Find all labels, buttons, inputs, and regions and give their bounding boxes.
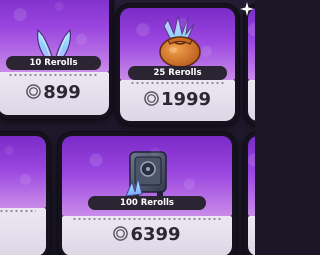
price-value: 1999 — [160, 89, 212, 110]
price-value: 6399 — [130, 224, 181, 245]
coin-icon — [113, 226, 129, 241]
sparkle-icon — [240, 2, 254, 16]
shop-card-25-rerolls[interactable]: 25 Rerolls 1999 — [116, 4, 239, 125]
coin-icon — [26, 84, 42, 99]
shop-card-10-rerolls[interactable]: 10 Rerolls 899 — [0, 0, 113, 119]
price-panel — [0, 208, 46, 255]
item-label: 100 Rerolls — [88, 196, 206, 210]
item-price: 899 — [0, 83, 109, 103]
item-price: 1999 — [120, 90, 235, 110]
shop-card-partial-bottom-right[interactable] — [244, 132, 255, 255]
price-panel: 6399 — [62, 216, 232, 255]
card-art-panel: 25 Rerolls — [120, 8, 235, 80]
card-art-panel: 10 Rerolls — [0, 0, 109, 72]
dotted-divider — [8, 74, 99, 76]
price-panel — [248, 216, 255, 255]
card-art-panel — [248, 8, 255, 80]
price-panel: 1999 — [120, 80, 235, 121]
shop-card-partial-left[interactable] — [0, 132, 50, 255]
item-label: 25 Rerolls — [128, 66, 227, 80]
card-art-panel — [248, 136, 255, 216]
coin-icon — [144, 91, 159, 106]
card-art-panel: 100 Rerolls — [62, 136, 232, 216]
card-art-panel — [0, 136, 46, 208]
dotted-divider — [130, 82, 225, 84]
item-price: 6399 — [62, 225, 232, 245]
crystal-wings-icon — [37, 28, 71, 67]
item-label: 10 Rerolls — [6, 56, 101, 70]
crystal-safe-icon — [125, 151, 167, 197]
price-value: 899 — [43, 82, 81, 103]
dotted-divider — [0, 210, 36, 212]
price-panel: 899 — [0, 72, 109, 115]
shop-card-100-rerolls[interactable]: 100 Rerolls 6399 — [58, 132, 236, 255]
crystal-sack-icon — [159, 15, 201, 68]
price-panel — [248, 80, 255, 121]
shop-card-partial-right[interactable] — [244, 4, 255, 125]
dotted-divider — [72, 218, 222, 220]
reroll-shop: 10 Rerolls 899 25 Rerolls 1999 100 Rerol… — [0, 0, 255, 255]
